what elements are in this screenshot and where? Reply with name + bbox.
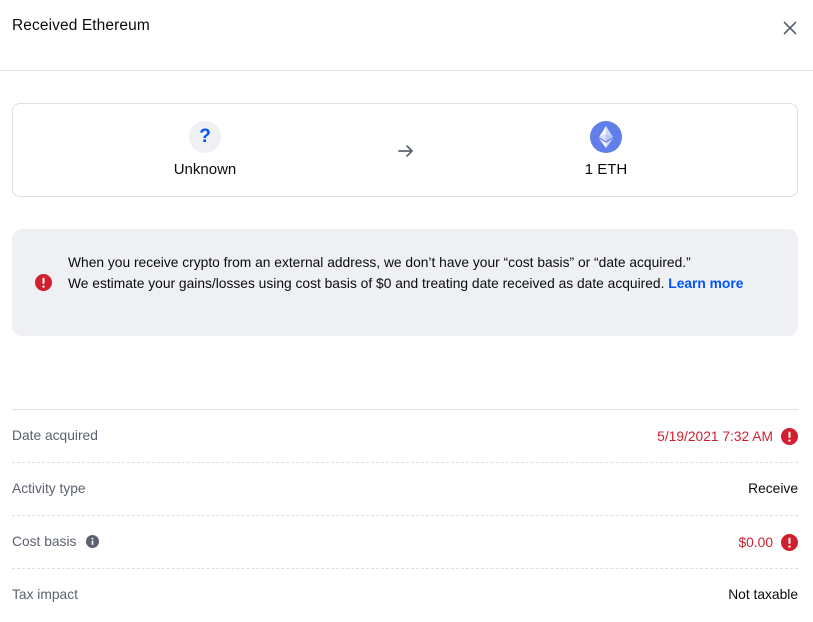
cost-basis-notice: When you receive crypto from an external…	[12, 229, 798, 336]
modal-title: Received Ethereum	[12, 17, 150, 34]
date-acquired-value-wrap: 5/19/2021 7:32 AM	[657, 428, 798, 445]
close-icon	[783, 21, 797, 35]
date-acquired-label: Date acquired	[12, 428, 98, 443]
modal-header: Received Ethereum	[0, 0, 813, 71]
transfer-to-label: 1 ETH	[584, 161, 628, 178]
notice-line-1: When you receive crypto from an external…	[68, 255, 691, 270]
arrow-right-icon	[396, 141, 416, 161]
close-button[interactable]	[780, 18, 800, 38]
notice-text: When you receive crypto from an external…	[68, 253, 768, 294]
info-icon[interactable]	[86, 535, 100, 548]
tax-impact-value: Not taxable	[728, 587, 798, 602]
tax-impact-label: Tax impact	[12, 587, 78, 602]
transfer-to: 1 ETH	[506, 121, 706, 178]
alert-icon[interactable]	[781, 428, 798, 445]
transfer-from: ? Unknown	[105, 121, 305, 178]
unknown-asset-icon: ?	[189, 121, 221, 153]
notice-line-2: We estimate your gains/losses using cost…	[68, 275, 669, 291]
details-list: Date acquired 5/19/2021 7:32 AM Activity…	[12, 409, 798, 622]
activity-type-value: Receive	[748, 481, 798, 496]
date-acquired-value: 5/19/2021 7:32 AM	[657, 429, 773, 444]
ethereum-icon	[590, 121, 622, 153]
cost-basis-label: Cost basis	[12, 534, 77, 549]
learn-more-link[interactable]: Learn more	[668, 276, 743, 291]
alert-icon[interactable]	[781, 534, 798, 551]
alert-icon	[35, 274, 52, 291]
transfer-card: ? Unknown 1 ETH	[12, 103, 798, 197]
cost-basis-value-wrap: $0.00	[738, 534, 798, 551]
cost-basis-value: $0.00	[738, 535, 773, 550]
cost-basis-row: Cost basis $0.00	[12, 516, 798, 569]
transfer-from-label: Unknown	[173, 161, 237, 178]
activity-type-label: Activity type	[12, 481, 86, 496]
date-acquired-row: Date acquired 5/19/2021 7:32 AM	[12, 410, 798, 463]
cost-basis-label-wrap: Cost basis	[12, 534, 100, 549]
activity-type-row: Activity type Receive	[12, 463, 798, 516]
tax-impact-row: Tax impact Not taxable	[12, 569, 798, 622]
